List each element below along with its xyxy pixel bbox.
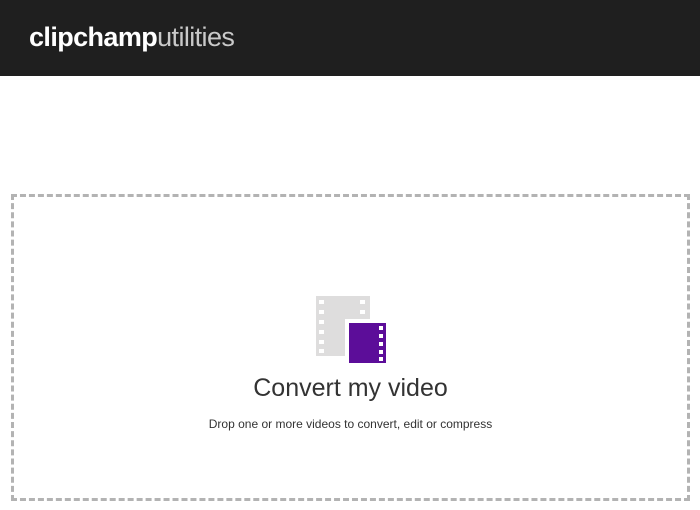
drop-zone-subtitle: Drop one or more videos to convert, edit… bbox=[208, 417, 493, 431]
clipchamp-utilities-logo[interactable]: clipchamputilities bbox=[29, 20, 235, 54]
logo-brand-text: clipchamp bbox=[29, 22, 158, 52]
top-bar: clipchamputilities bbox=[0, 0, 700, 76]
video-drop-zone[interactable]: Convert my video Drop one or more videos… bbox=[11, 194, 690, 501]
logo-product-text: utilities bbox=[157, 22, 235, 52]
drop-zone-title: Convert my video bbox=[253, 374, 448, 402]
video-file-icon bbox=[316, 296, 390, 367]
